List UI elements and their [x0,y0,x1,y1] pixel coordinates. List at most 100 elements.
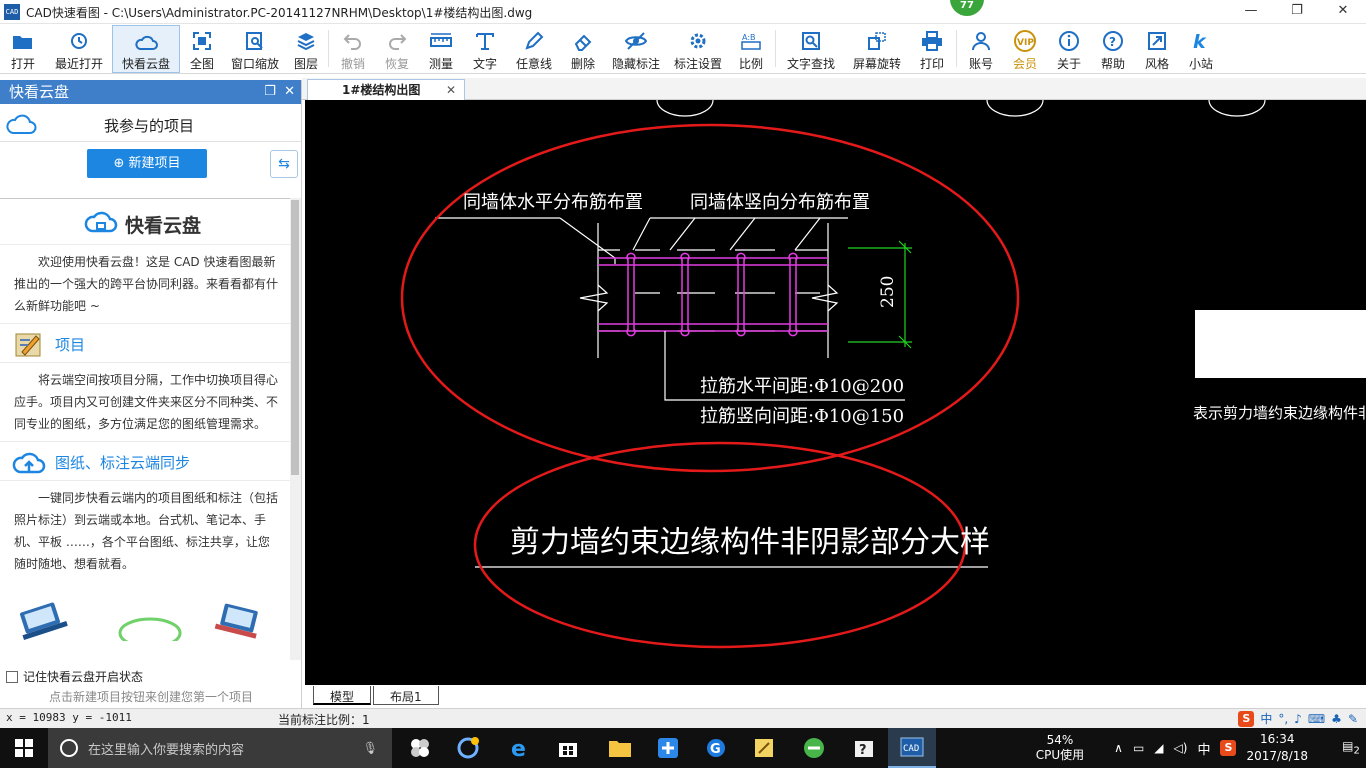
remember-checkbox[interactable]: 记住快看云盘开启状态 [6,668,143,685]
file-explorer-icon[interactable] [596,728,644,768]
layers-icon [296,28,316,54]
svg-text:G: G [710,742,721,757]
fit-all-button[interactable]: 全图 [180,25,224,73]
station-icon: k [1191,28,1211,54]
section-projects-text: 将云端空间按项目分隔，工作中切换项目得心应手。项目内又可创建文件夹来区分不同种类… [14,373,279,431]
text-search-button[interactable]: 文字查找 [778,25,844,73]
undo-button[interactable]: 撤销 [331,25,375,73]
drawing-canvas[interactable]: 同墙体水平分布筋布置 同墙体竖向分布筋布置 250 拉筋水平间距:Φ10@200… [305,99,1366,663]
punctuation-icon[interactable]: °, [1278,712,1288,726]
store-icon[interactable] [544,728,592,768]
windows-logo-icon [15,739,33,757]
rotate-screen-button[interactable]: 屏幕旋转 [844,25,910,73]
history-icon [69,28,89,54]
sogou-browser-icon[interactable]: G [692,728,740,768]
account-button[interactable]: 账号 [959,25,1003,73]
ime-toolbar[interactable]: S 中 °, ♪ ⌨ ♣ ✎ [1238,709,1358,728]
new-project-button[interactable]: ⊕ 新建项目 [87,149,207,178]
section-sync-text: 一键同步快看云端内的项目图纸和标注（包括照片标注）到云端或本地。台式机、笔记本、… [14,491,279,571]
section-sync: 图纸、标注云端同步 [0,441,290,481]
about-button[interactable]: 关于 [1047,25,1091,73]
devices-illustration [20,602,258,649]
restore-button[interactable]: ❐ [1274,0,1320,24]
notification-badge[interactable]: 77 [950,0,984,16]
scale-button[interactable]: A:B 比例 [729,25,773,73]
sogou-icon[interactable]: S [1238,710,1255,727]
ime-lang[interactable]: 中 [1260,710,1272,727]
close-panel-icon[interactable]: ✕ [284,84,295,99]
tab-drawing[interactable]: 1#楼结构出图 ✕ [307,79,465,100]
open-button[interactable]: 打开 [0,25,46,73]
cpu-meter[interactable]: 54% CPU使用 [1036,733,1084,763]
volume-icon[interactable]: ◁) [1174,741,1188,755]
tab-model[interactable]: 模型 [313,686,372,705]
sync-icon[interactable]: ⇆ [270,150,298,178]
toolbar-divider [775,30,776,67]
add-app-icon[interactable] [644,728,692,768]
scale-icon: A:B [740,28,762,54]
help-app-icon[interactable]: ? [840,728,888,768]
battery-icon[interactable]: ▭ [1133,741,1144,755]
close-tab-icon[interactable]: ✕ [446,80,456,100]
network-icon[interactable]: ◢ [1154,741,1163,755]
tools-icon[interactable]: ✎ [1348,712,1358,726]
style-icon [1147,28,1167,54]
ime-indicator[interactable]: 中 [1197,739,1210,758]
hide-marks-button[interactable]: 隐藏标注 [605,25,667,73]
browser-360-icon[interactable] [444,728,492,768]
legend-box [1195,310,1366,378]
dimension-text: 250 [878,276,898,308]
svg-text:k: k [1193,31,1207,52]
panel-scrollbar[interactable] [290,198,301,660]
clock[interactable]: 16:34 2017/8/18 [1246,731,1308,765]
taskbar-search[interactable]: 在这里输入你要搜索的内容 🎙 [48,728,392,768]
sogou-tray-icon[interactable]: S [1220,740,1237,756]
tie-horizontal-text: 拉筋水平间距:Φ10@200 [700,376,904,397]
svg-text:?: ? [1109,35,1116,49]
green-app-icon[interactable] [790,728,838,768]
keyboard-icon[interactable]: ⌨ [1308,712,1325,726]
column-arc [986,99,1044,117]
text-button[interactable]: 文字 [463,25,507,73]
task-view-icon[interactable] [396,728,444,768]
document-tabs: 1#楼结构出图 ✕ [302,78,1366,100]
close-button[interactable]: ✕ [1320,0,1366,24]
chevron-up-icon[interactable]: ∧ [1114,741,1123,755]
help-button[interactable]: ? 帮助 [1091,25,1135,73]
float-panel-icon[interactable]: ❐ [264,84,276,99]
cad-viewer-taskbar-icon[interactable]: CAD [888,728,936,768]
redo-button[interactable]: 恢复 [375,25,419,73]
microphone-icon[interactable]: 🎙 [363,741,378,755]
edge-icon[interactable]: e [496,728,544,768]
erase-button[interactable]: 删除 [561,25,605,73]
freehand-button[interactable]: 任意线 [507,25,561,73]
notification-center-icon[interactable]: ▤2 [1336,739,1366,756]
user-icon [971,28,991,54]
cloud-panel: 快看云盘 ❐ ✕ 我参与的项目 ⊕ 新建项目 ⇆ 快看云盘 欢迎使用快看云盘！这… [0,80,302,708]
recent-button[interactable]: 最近打开 [46,25,112,73]
window-zoom-button[interactable]: 窗口缩放 [224,25,286,73]
hint-text: 点击新建项目按钮来创建您第一个项目 [48,690,253,704]
skin-icon[interactable]: ♣ [1331,712,1342,726]
start-button[interactable] [0,728,48,768]
member-button[interactable]: VIP 会员 [1003,25,1047,73]
cloud-disk-button[interactable]: 快看云盘 [112,25,180,73]
mark-settings-button[interactable]: 标注设置 [667,25,729,73]
svg-text:?: ? [859,743,867,758]
svg-text:A:B: A:B [742,33,756,42]
notes-app-icon[interactable] [740,728,788,768]
system-tray: 54% CPU使用 ∧ ▭ ◢ ◁) 中 S 16:34 2017/8/18 ▤… [1036,728,1366,768]
microphone-icon[interactable]: ♪ [1294,712,1302,726]
tab-layout1[interactable]: 布局1 [373,686,439,705]
layers-button[interactable]: 图层 [286,25,326,73]
fullscreen-icon [192,28,212,54]
print-button[interactable]: 打印 [910,25,954,73]
svg-text:e: e [511,737,526,759]
station-button[interactable]: k 小站 [1179,25,1223,73]
style-button[interactable]: 风格 [1135,25,1179,73]
measure-button[interactable]: 测量 [419,25,463,73]
minimize-button[interactable]: — [1228,0,1274,24]
title-bar: CAD CAD快速看图 - C:\Users\Administrator.PC-… [0,0,1366,24]
redo-icon [387,28,407,54]
cloud-icon [84,211,118,233]
